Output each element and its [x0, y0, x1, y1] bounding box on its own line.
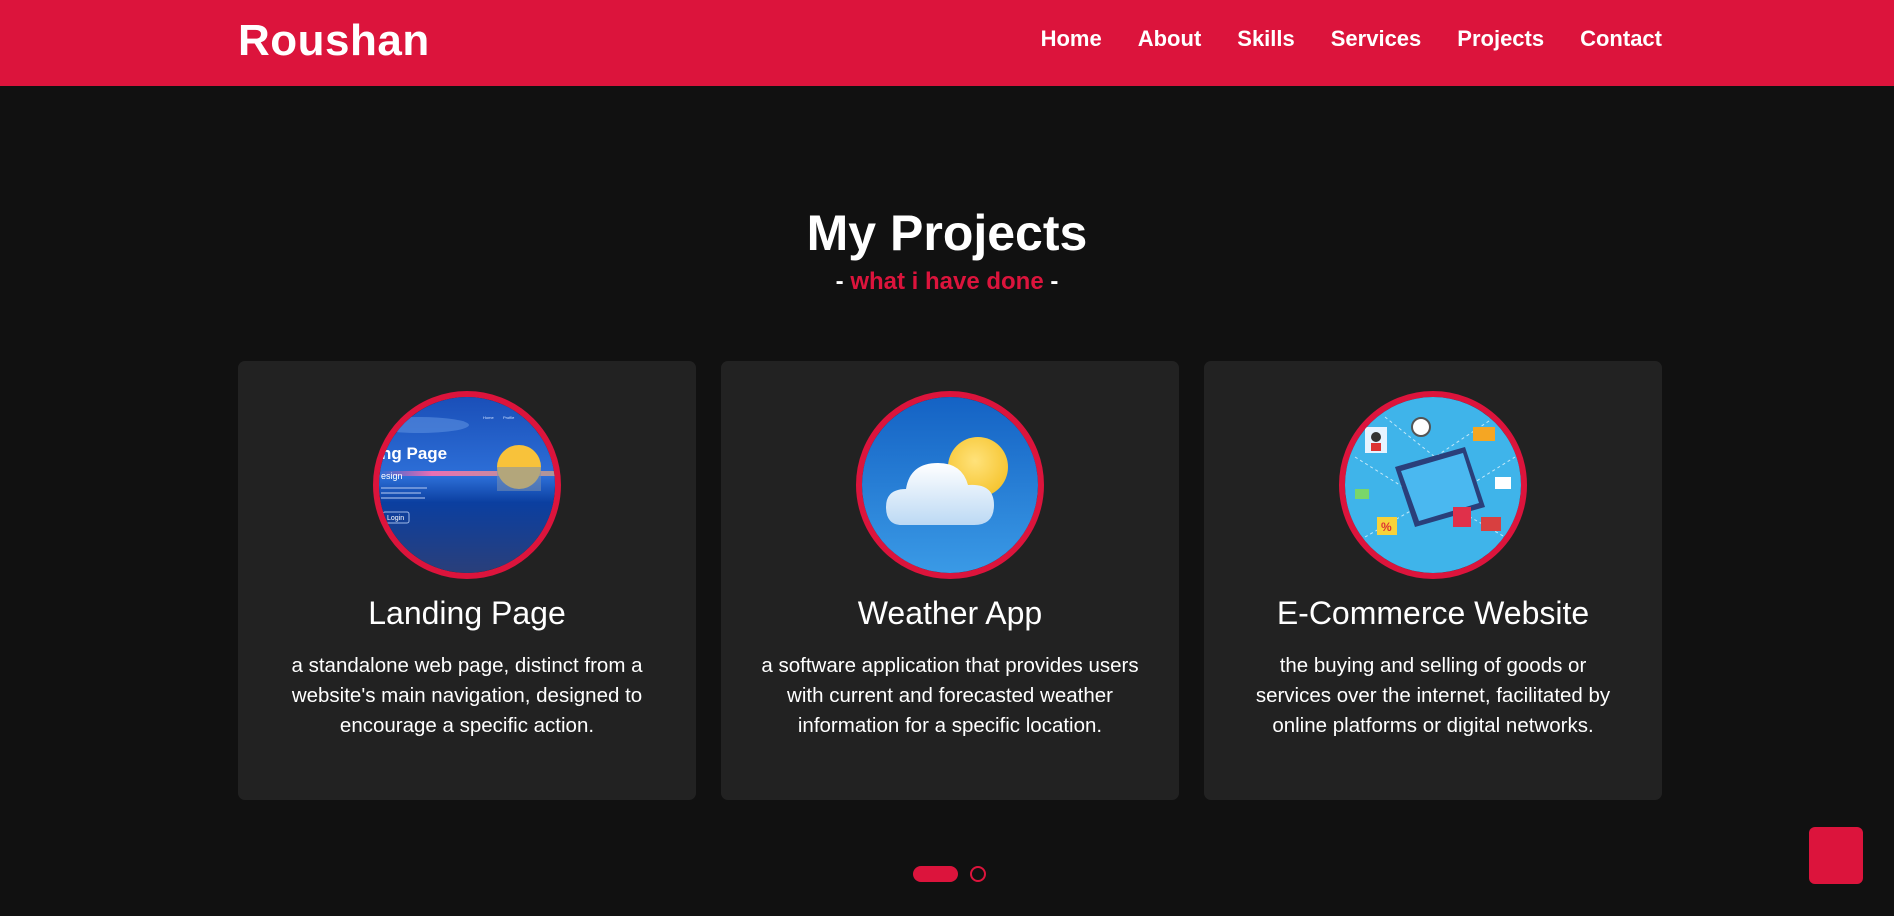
nav-link-contact[interactable]: Contact: [1580, 26, 1662, 51]
subtitle-accent: what i have done: [850, 268, 1044, 295]
section-title: My Projects: [806, 205, 1088, 261]
landing-page-image: ng Page esign Home Profile Login: [379, 397, 555, 573]
ecommerce-thumbnail: %: [1339, 391, 1527, 579]
landing-thumb-heading: ng Page: [381, 444, 447, 463]
landing-thumb-nav-home: Home: [483, 415, 494, 420]
project-description: the buying and selling of goods or servi…: [1255, 654, 1611, 737]
ecommerce-illustration: %: [1345, 397, 1521, 573]
scroll-top-button[interactable]: [1809, 827, 1863, 884]
project-description: a standalone web page, distinct from a w…: [291, 654, 643, 737]
project-title: Weather App: [857, 595, 1043, 631]
subtitle-dash-left: -: [835, 268, 844, 295]
landing-page-thumbnail: ng Page esign Home Profile Login: [373, 391, 561, 579]
project-card-ecommerce-website[interactable]: % E-Commerce Website the buying and sell…: [1204, 361, 1662, 800]
carousel-pagination: [913, 866, 986, 882]
nav-link-projects[interactable]: Projects: [1457, 26, 1544, 51]
weather-icon: [862, 397, 1038, 573]
project-title: Landing Page: [368, 595, 566, 631]
nav-menu: Home About Skills Services Projects Cont…: [1041, 26, 1662, 52]
nav-link-about[interactable]: About: [1138, 26, 1202, 51]
weather-app-thumbnail: [856, 391, 1044, 579]
site-logo[interactable]: Roushan: [238, 16, 430, 66]
subtitle-dash-right: -: [1050, 268, 1059, 295]
landing-thumb-sub: esign: [381, 471, 403, 481]
project-card-landing-page[interactable]: ng Page esign Home Profile Login Landing…: [238, 361, 696, 800]
nav-link-home[interactable]: Home: [1041, 26, 1102, 51]
landing-thumb-nav-profile: Profile: [503, 415, 515, 420]
nav-link-skills[interactable]: Skills: [1237, 26, 1294, 51]
carousel-dot-1[interactable]: [913, 866, 958, 882]
landing-thumb-login: Login: [387, 515, 404, 522]
section-subtitle: - what i have done -: [0, 268, 1894, 296]
project-card-weather-app[interactable]: Weather App a software application that …: [721, 361, 1179, 800]
project-description: a software application that provides use…: [761, 654, 1139, 737]
project-title: E-Commerce Website: [1276, 595, 1590, 631]
navbar: Roushan Home About Skills Services Proje…: [0, 0, 1894, 86]
carousel-dot-2[interactable]: [970, 866, 986, 882]
svg-text:%: %: [1381, 520, 1392, 534]
nav-link-services[interactable]: Services: [1331, 26, 1422, 51]
